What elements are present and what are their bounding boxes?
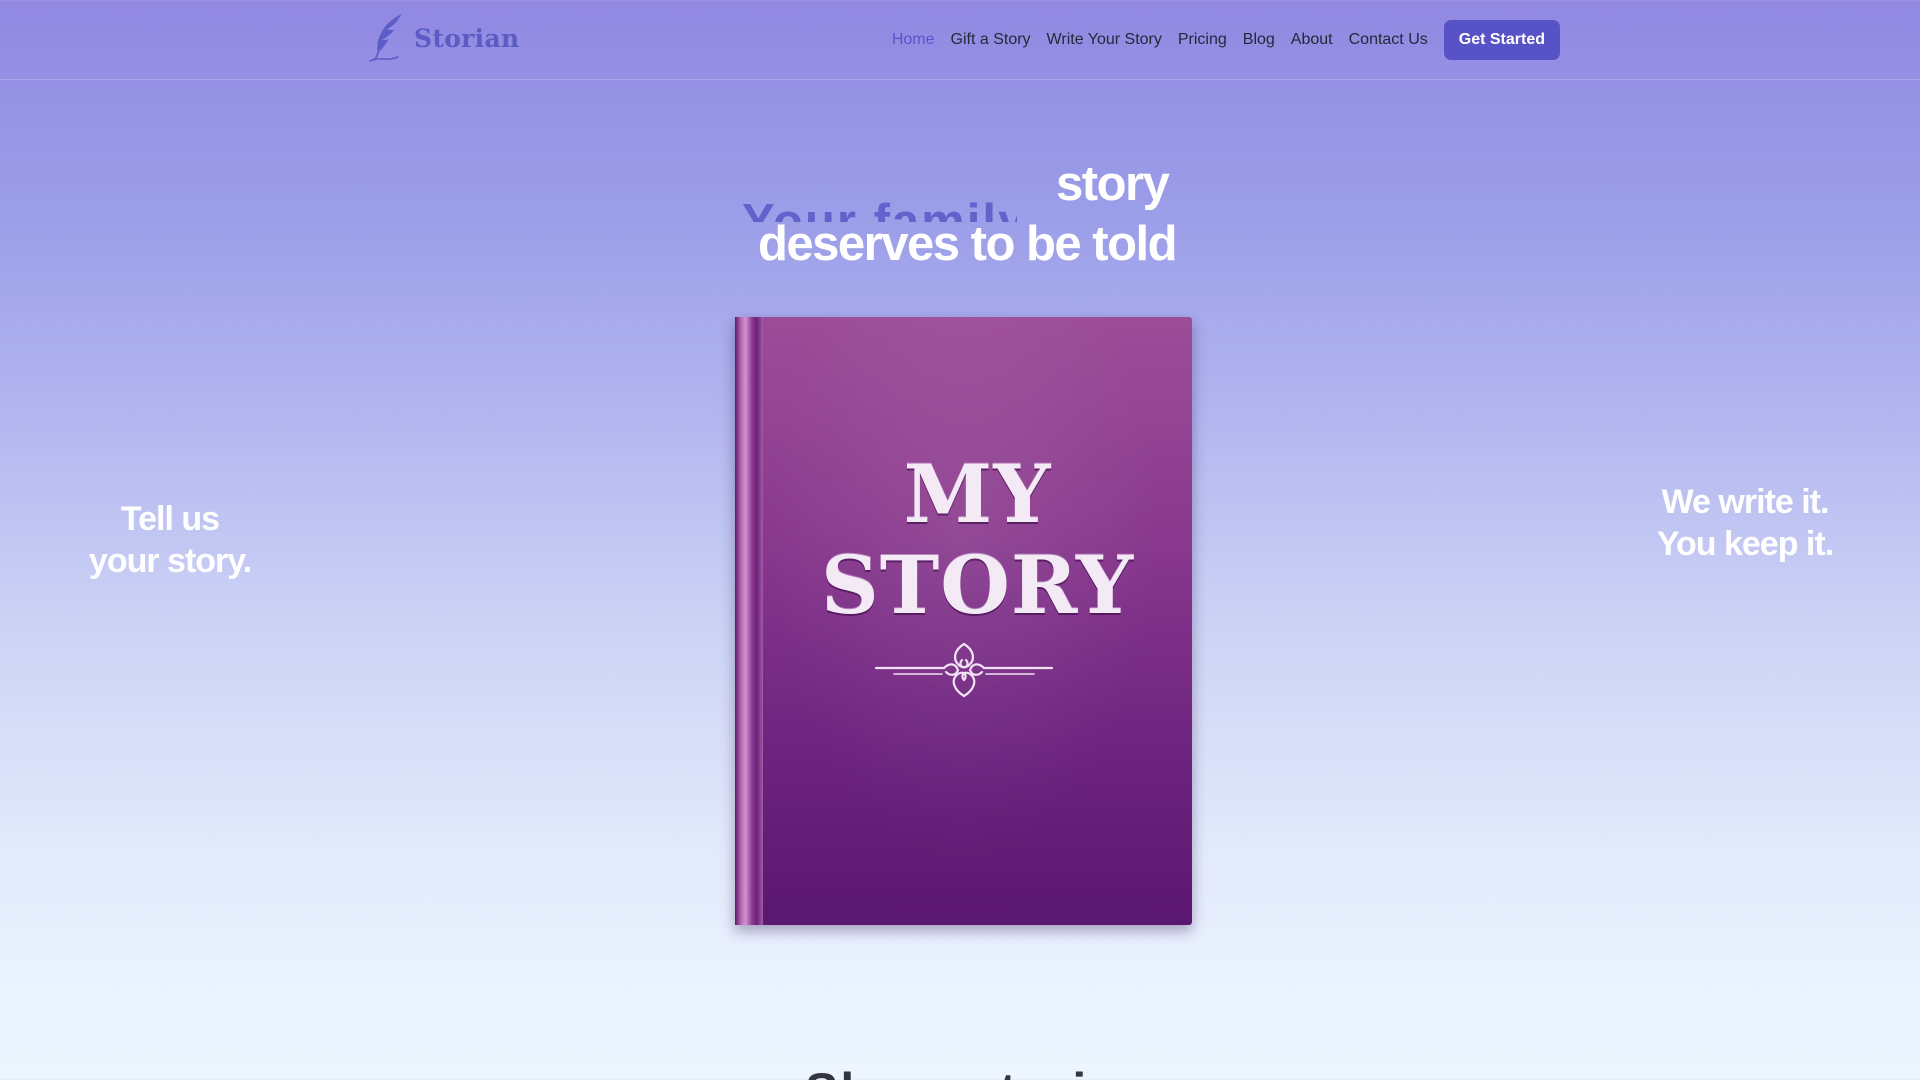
tagline-left-line-1: Tell us (120, 500, 220, 538)
get-started-button[interactable]: Get Started (1443, 20, 1560, 60)
nav-contact-us[interactable]: Contact Us (1349, 31, 1428, 49)
tagline-right-line-1: We write it. (1661, 483, 1830, 521)
flourish-ornament-icon (874, 642, 1054, 698)
nav-about[interactable]: About (1291, 31, 1333, 49)
nav-blog[interactable]: Blog (1243, 31, 1275, 49)
brand-name: Storian (414, 23, 520, 53)
nav-gift-a-story[interactable]: Gift a Story (951, 31, 1031, 49)
tagline-right-line-2: You keep it. (1656, 525, 1834, 563)
quill-icon (369, 14, 402, 62)
nav-write-your-story[interactable]: Write Your Story (1047, 31, 1162, 49)
book-title-line-1: MY (903, 447, 1052, 541)
book-spine (735, 317, 763, 925)
nav-pricing[interactable]: Pricing (1178, 31, 1227, 49)
site-header: Storian Home Gift a Story Write Your Sto… (0, 0, 1920, 80)
book-cover-image: MY STORY (735, 317, 1192, 925)
book-title-line-2: STORY (820, 538, 1135, 632)
brand-logo[interactable]: Storian (368, 13, 519, 63)
hero-heading-line-two: deserves to be told (758, 217, 1178, 271)
main-nav: Home Gift a Story Write Your Story Prici… (892, 20, 1560, 60)
next-section-heading: Share stories (805, 1066, 1148, 1080)
nav-home[interactable]: Home (892, 31, 935, 49)
tagline-left-line-2: your story. (88, 542, 252, 580)
tagline-left: Tell us your story. (70, 498, 270, 582)
tagline-right: We write it. You keep it. (1640, 481, 1850, 565)
hero-heading-word: story (1056, 157, 1170, 211)
